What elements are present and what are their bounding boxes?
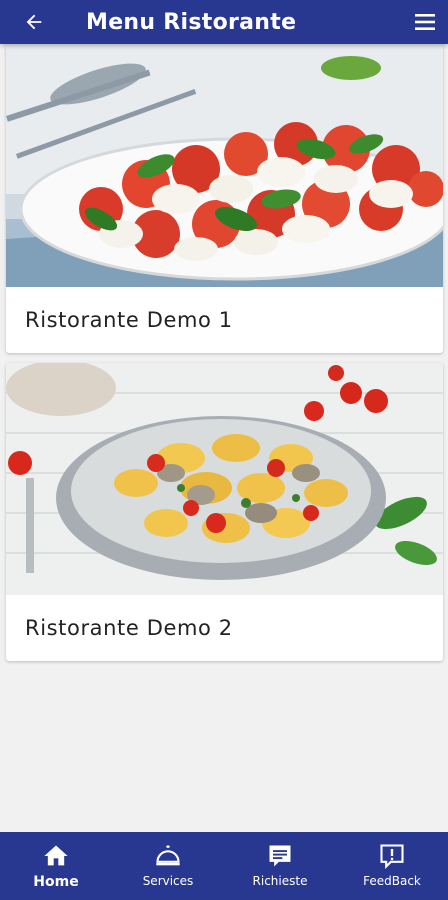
feedback-icon (380, 844, 404, 870)
page-title: Menu Ristorante (86, 9, 297, 35)
restaurant-list: Ristorante Demo 1 Ristorante Demo 2 (0, 44, 448, 832)
arrow-left-icon (26, 14, 42, 30)
restaurant-card[interactable]: Ristorante Demo 1 (6, 44, 443, 353)
caprese-salad-photo (6, 44, 443, 287)
restaurant-name: Ristorante Demo 2 (25, 616, 233, 640)
restaurant-name: Ristorante Demo 1 (25, 308, 233, 332)
nav-feedback[interactable]: FeedBack (336, 832, 448, 900)
nav-label: Home (33, 874, 79, 890)
nav-label: FeedBack (363, 874, 421, 888)
restaurant-card[interactable]: Ristorante Demo 2 (6, 363, 443, 661)
nav-richieste[interactable]: Richieste (224, 832, 336, 900)
nav-home[interactable]: Home (0, 832, 112, 900)
nav-label: Richieste (252, 874, 308, 888)
cloche-icon (156, 845, 180, 866)
pasta-with-clams-photo (6, 363, 443, 595)
nav-services[interactable]: Services (112, 832, 224, 900)
home-icon (44, 845, 68, 866)
app-bar: Menu Ristorante (0, 0, 448, 44)
nav-label: Services (142, 874, 194, 888)
bottom-navigation: Home Services Richieste FeedBack (0, 832, 448, 900)
chat-bubble-icon (269, 845, 291, 867)
back-button[interactable] (14, 0, 54, 44)
menu-button[interactable] (410, 7, 440, 37)
hamburger-menu-icon (415, 14, 435, 30)
